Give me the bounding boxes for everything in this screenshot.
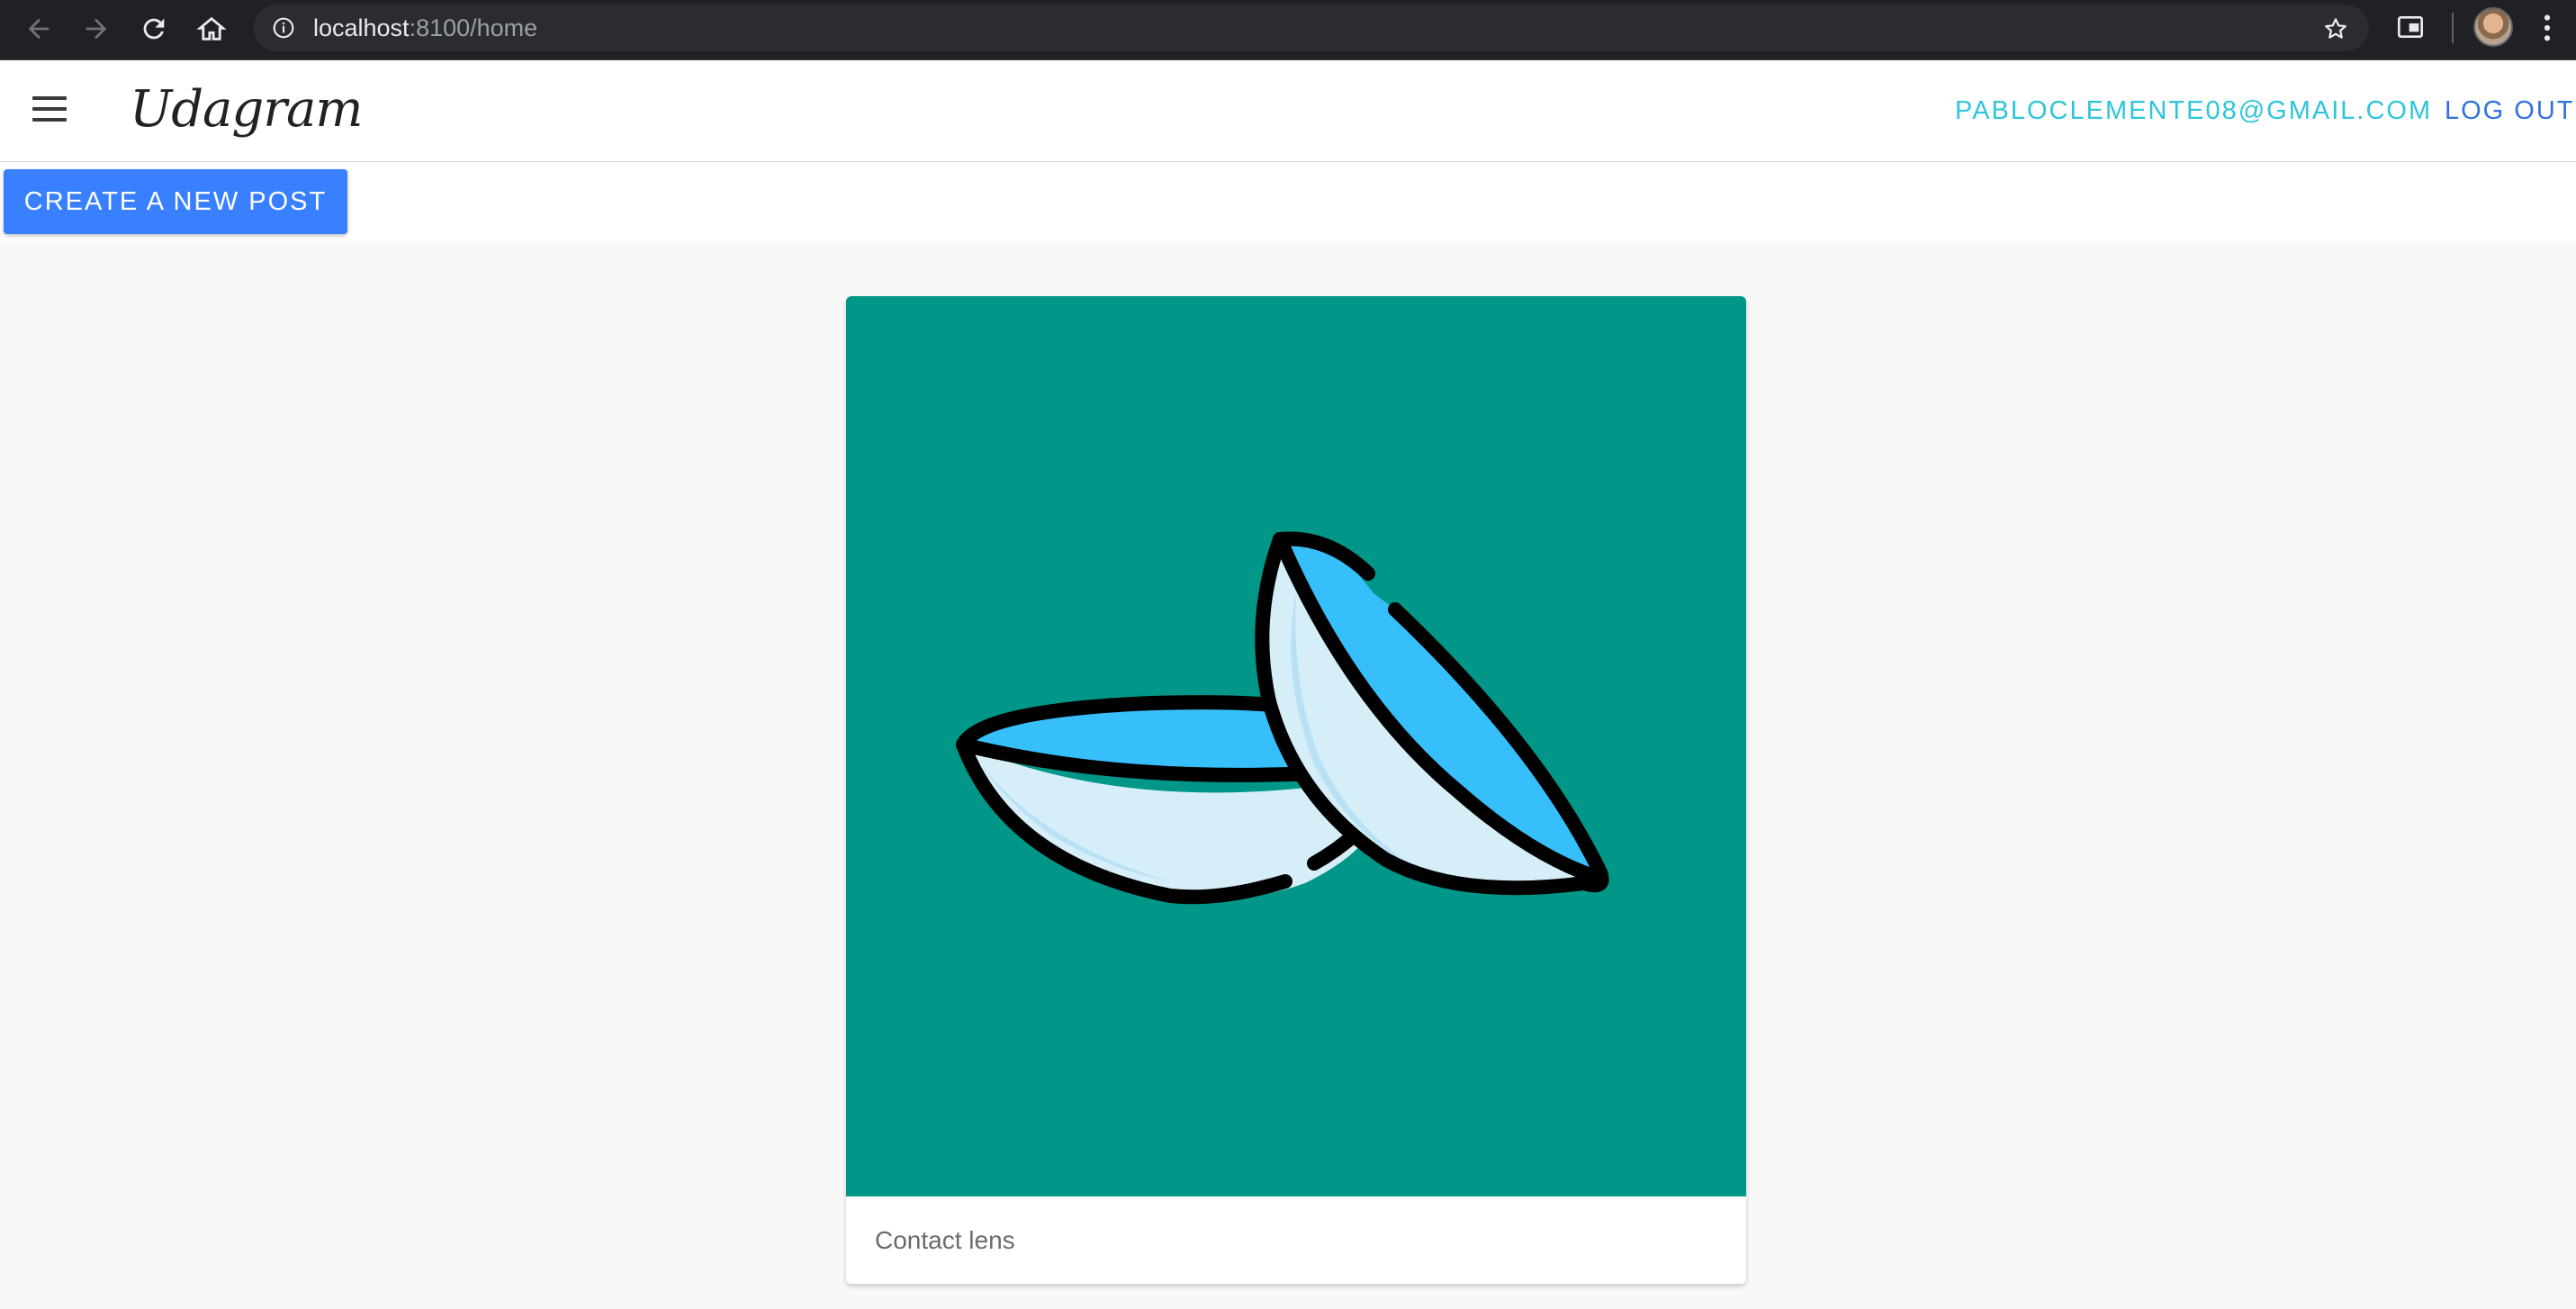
- info-icon[interactable]: [272, 16, 295, 40]
- url-host: localhost: [313, 14, 410, 41]
- address-bar[interactable]: localhost:8100/home: [254, 5, 2369, 51]
- url-text: localhost:8100/home: [313, 5, 537, 51]
- contact-lens-illustration: [956, 531, 1609, 905]
- more-icon[interactable]: [2540, 13, 2554, 43]
- post-image: [846, 296, 1746, 1196]
- app-title: Udagram: [130, 80, 364, 139]
- extension-icon[interactable]: [2396, 13, 2425, 41]
- browser-toolbar: localhost:8100/home: [0, 0, 2576, 60]
- post-caption: Contact lens: [875, 1226, 1015, 1254]
- create-post-button[interactable]: CREATE A NEW POST: [4, 169, 347, 234]
- url-path: :8100/home: [409, 14, 538, 41]
- forward-icon[interactable]: [77, 10, 115, 48]
- post-card: Contact lens: [846, 296, 1746, 1284]
- star-icon[interactable]: [2322, 15, 2349, 42]
- back-icon[interactable]: [20, 10, 58, 48]
- home-icon[interactable]: [193, 10, 230, 48]
- toolbar-separator: [2452, 13, 2454, 43]
- reload-icon[interactable]: [135, 10, 173, 48]
- feed-toolbar: CREATE A NEW POST: [0, 162, 2576, 241]
- app-header: Udagram PABLOCLEMENTE08@GMAIL.COM LOG OU…: [0, 60, 2576, 162]
- menu-icon[interactable]: [32, 96, 68, 125]
- avatar[interactable]: [2473, 7, 2513, 47]
- logout-button[interactable]: LOG OUT: [2445, 95, 2575, 127]
- user-email-link[interactable]: PABLOCLEMENTE08@GMAIL.COM: [1955, 95, 2432, 127]
